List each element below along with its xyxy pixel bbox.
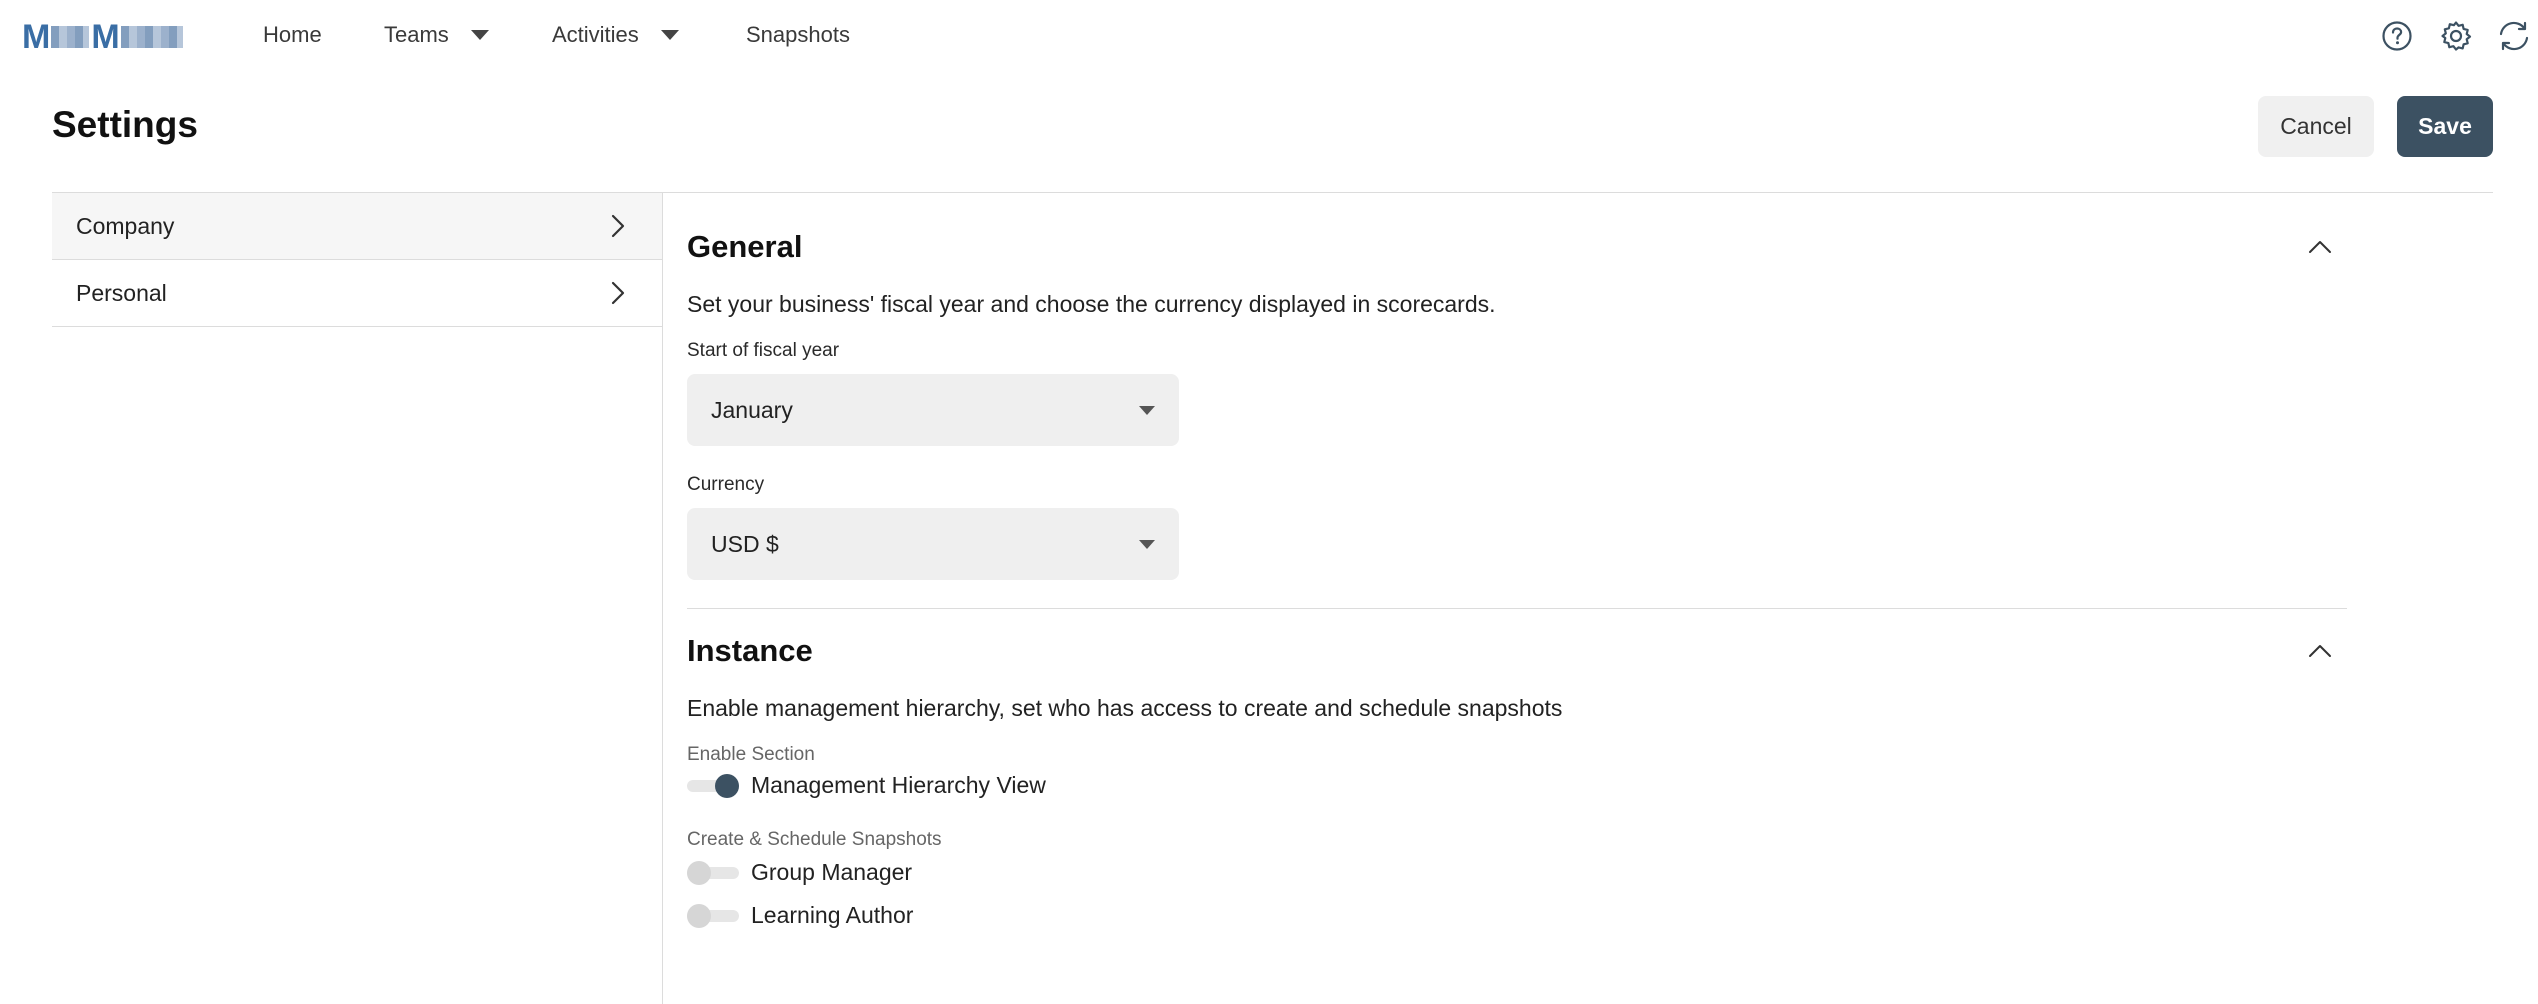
top-navigation: MM Home Teams Activities Snapshots bbox=[0, 0, 2538, 74]
currency-select[interactable]: USD $ bbox=[687, 508, 1179, 580]
fiscal-year-select[interactable]: January bbox=[687, 374, 1179, 446]
group-manager-label: Group Manager bbox=[751, 859, 913, 885]
nav-snapshots-label: Snapshots bbox=[746, 22, 850, 47]
nav-home[interactable]: Home bbox=[263, 22, 322, 48]
sidebar-item-personal[interactable]: Personal bbox=[52, 260, 662, 327]
nav-teams[interactable]: Teams bbox=[384, 22, 489, 48]
management-hierarchy-label: Management Hierarchy View bbox=[751, 772, 1046, 798]
nav-teams-label: Teams bbox=[384, 22, 449, 47]
learning-author-label: Learning Author bbox=[751, 902, 914, 928]
instance-section-header[interactable]: Instance bbox=[687, 633, 2347, 669]
company-logo[interactable]: MM bbox=[22, 18, 198, 56]
nav-home-label: Home bbox=[263, 22, 322, 47]
chevron-right-icon bbox=[611, 214, 625, 238]
nav-activities[interactable]: Activities bbox=[552, 22, 679, 48]
sidebar-item-company[interactable]: Company bbox=[52, 193, 662, 260]
general-section-header[interactable]: General bbox=[687, 229, 2347, 265]
management-hierarchy-toggle[interactable] bbox=[687, 773, 739, 798]
learning-author-toggle[interactable] bbox=[687, 903, 739, 928]
caret-down-icon bbox=[1139, 405, 1155, 415]
save-button[interactable]: Save bbox=[2397, 96, 2493, 157]
fiscal-year-value: January bbox=[711, 396, 793, 423]
chevron-down-icon bbox=[470, 30, 489, 40]
help-icon[interactable] bbox=[2379, 18, 2415, 54]
settings-sidebar: Company Personal bbox=[52, 193, 662, 327]
cancel-button[interactable]: Cancel bbox=[2258, 96, 2374, 157]
hierarchy-toggle-row: Management Hierarchy View bbox=[687, 772, 2347, 799]
enable-section-label: Enable Section bbox=[687, 744, 815, 765]
instance-section-title: Instance bbox=[687, 633, 813, 668]
fiscal-year-label: Start of fiscal year bbox=[687, 340, 840, 361]
snapshots-permission-label: Create & Schedule Snapshots bbox=[687, 829, 942, 850]
gear-icon[interactable] bbox=[2438, 18, 2474, 54]
chevron-up-icon[interactable] bbox=[2307, 239, 2333, 255]
group-manager-toggle[interactable] bbox=[687, 860, 739, 885]
group-manager-toggle-row: Group Manager bbox=[687, 859, 2347, 886]
sidebar-divider bbox=[662, 193, 663, 1004]
sidebar-item-label: Personal bbox=[76, 279, 167, 306]
section-divider bbox=[687, 608, 2347, 609]
currency-label: Currency bbox=[687, 474, 765, 495]
settings-content: General Set your business' fiscal year a… bbox=[687, 193, 2347, 929]
nav-snapshots[interactable]: Snapshots bbox=[746, 22, 850, 48]
instance-section-description: Enable management hierarchy, set who has… bbox=[687, 695, 1563, 721]
learning-author-toggle-row: Learning Author bbox=[687, 902, 2347, 929]
chevron-up-icon[interactable] bbox=[2307, 643, 2333, 659]
sidebar-item-label: Company bbox=[76, 212, 175, 239]
refresh-icon[interactable] bbox=[2496, 18, 2532, 54]
currency-value: USD $ bbox=[711, 530, 779, 557]
general-section-description: Set your business' fiscal year and choos… bbox=[687, 291, 1496, 317]
page-title: Settings bbox=[52, 104, 198, 145]
caret-down-icon bbox=[1139, 539, 1155, 549]
general-section-title: General bbox=[687, 229, 803, 264]
nav-activities-label: Activities bbox=[552, 22, 639, 47]
chevron-down-icon bbox=[660, 30, 679, 40]
chevron-right-icon bbox=[611, 281, 625, 305]
